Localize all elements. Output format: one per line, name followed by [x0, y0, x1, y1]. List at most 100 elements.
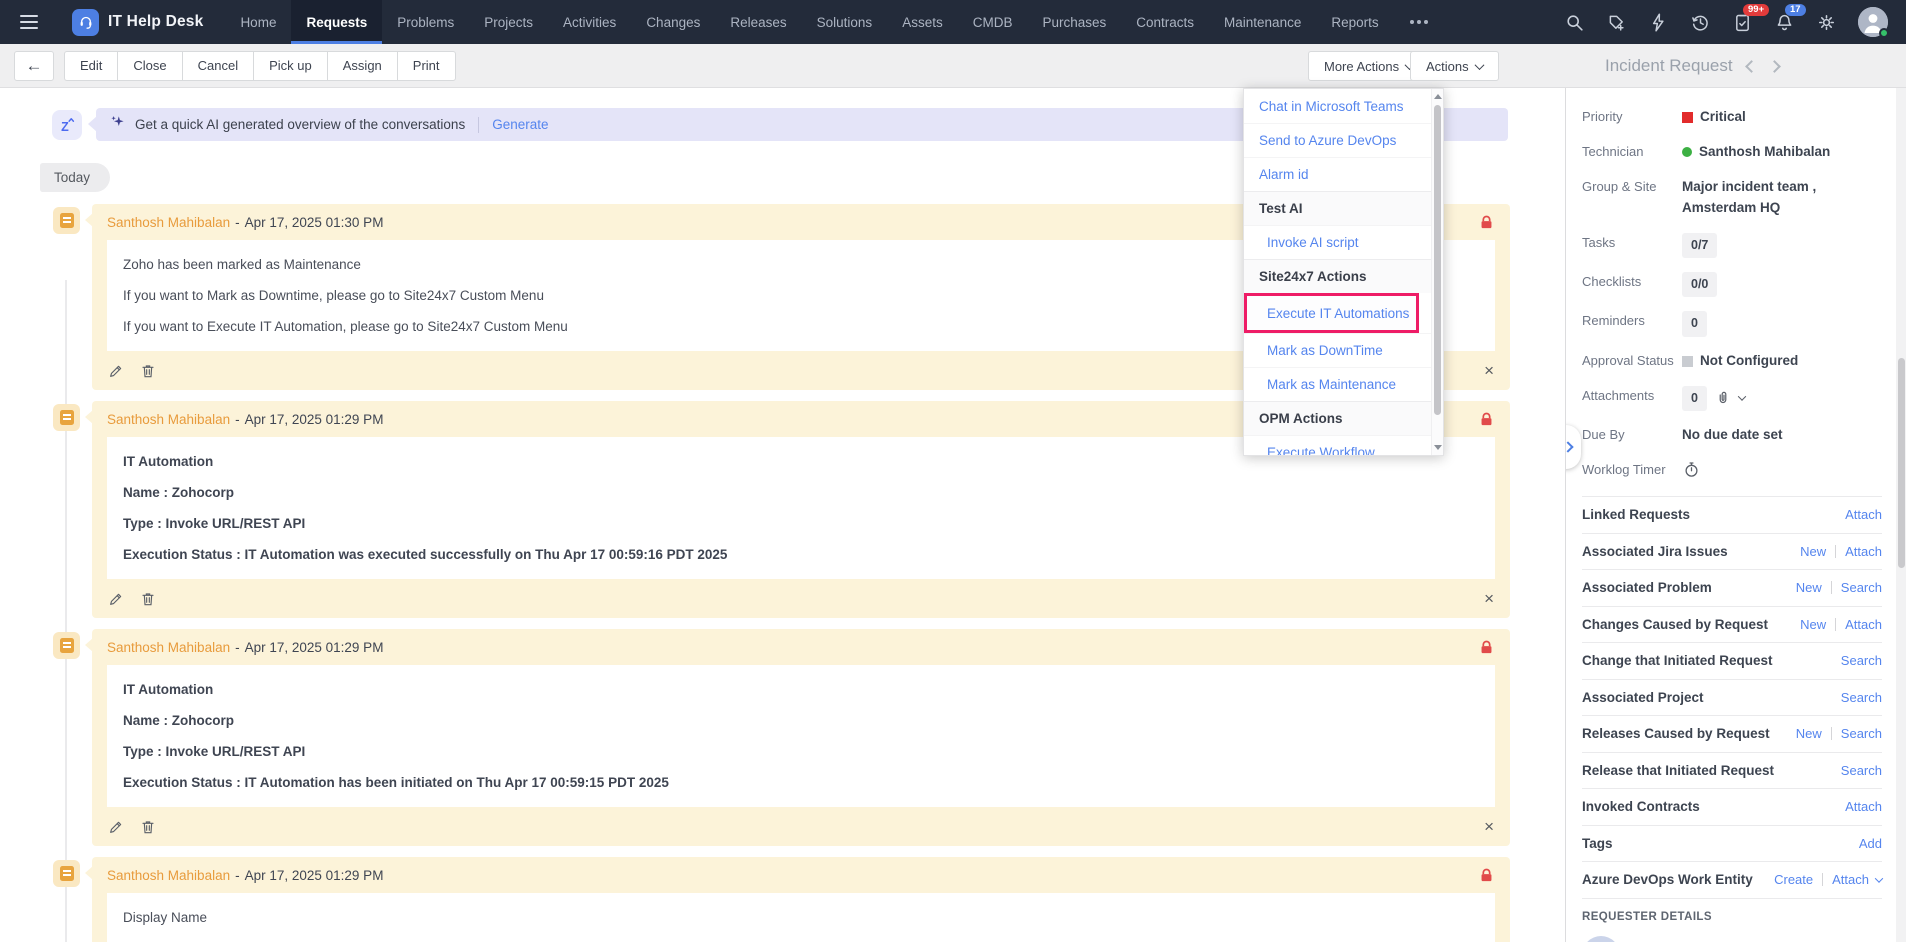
attach-link[interactable]: Attach [1832, 872, 1869, 887]
actions-button[interactable]: Actions [1410, 51, 1499, 81]
entry-author-link[interactable]: Santhosh Mahibalan [107, 215, 230, 230]
nav-item-problems[interactable]: Problems [382, 0, 469, 44]
notifications-bell-icon[interactable]: 17 [1774, 3, 1806, 33]
close-entry-icon[interactable]: × [1484, 362, 1494, 379]
checklists-count-badge[interactable]: 0/0 [1682, 272, 1718, 298]
nav-item-reports[interactable]: Reports [1316, 0, 1393, 44]
menu-group-test-ai: Test AI [1244, 191, 1433, 225]
assign-button[interactable]: Assign [326, 50, 397, 81]
menu-item-execute-workflow[interactable]: Execute Workflow [1244, 435, 1433, 455]
new-link[interactable]: New [1796, 580, 1822, 595]
delete-note-icon[interactable] [140, 819, 156, 835]
create-link[interactable]: Create [1774, 872, 1813, 887]
menu-item-mark-as-maintenance[interactable]: Mark as Maintenance [1244, 367, 1433, 401]
delete-note-icon[interactable] [140, 591, 156, 607]
private-lock-icon[interactable] [1478, 639, 1495, 656]
menu-item-alarm-id[interactable]: Alarm id [1244, 157, 1433, 191]
attach-dropdown-icon[interactable] [1874, 873, 1884, 883]
search-icon[interactable] [1564, 12, 1585, 33]
close-button[interactable]: Close [117, 50, 182, 81]
scroll-down-icon[interactable] [1434, 445, 1442, 450]
settings-gear-icon[interactable] [1816, 12, 1837, 33]
edit-note-icon[interactable] [108, 591, 124, 607]
new-link[interactable]: New [1800, 617, 1826, 632]
attach-link[interactable]: Attach [1845, 507, 1882, 522]
approvals-icon[interactable]: 99+ [1732, 3, 1770, 33]
menu-item-mark-as-downtime[interactable]: Mark as DownTime [1244, 333, 1433, 367]
stopwatch-icon[interactable] [1682, 460, 1701, 479]
quick-add-icon[interactable] [1606, 12, 1627, 33]
back-button[interactable]: ← [14, 50, 54, 81]
sidebar-scrollbar-thumb[interactable] [1897, 358, 1905, 568]
close-entry-icon[interactable]: × [1484, 818, 1494, 835]
attachments-dropdown-icon[interactable] [1737, 392, 1747, 402]
history-icon[interactable] [1690, 12, 1711, 33]
attach-link[interactable]: Attach [1845, 617, 1882, 632]
menu-item-invoke-ai-script[interactable]: Invoke AI script [1244, 225, 1433, 259]
entry-author-link[interactable]: Santhosh Mahibalan [107, 868, 230, 883]
edit-note-icon[interactable] [108, 363, 124, 379]
delete-note-icon[interactable] [140, 363, 156, 379]
attach-link[interactable]: Attach [1845, 799, 1882, 814]
menu-item-execute-it-automations[interactable]: Execute IT Automations [1244, 293, 1419, 333]
nav-item-contracts[interactable]: Contracts [1121, 0, 1209, 44]
nav-left: IT Help Desk [0, 0, 225, 44]
menu-group-site24x7-actions: Site24x7 Actions [1244, 259, 1433, 293]
private-lock-icon[interactable] [1478, 867, 1495, 884]
nav-item-home[interactable]: Home [225, 0, 291, 44]
entry-author-link[interactable]: Santhosh Mahibalan [107, 412, 230, 427]
note-icon [53, 404, 80, 431]
nav-item-releases[interactable]: Releases [715, 0, 801, 44]
private-lock-icon[interactable] [1478, 411, 1495, 428]
nav-item-maintenance[interactable]: Maintenance [1209, 0, 1316, 44]
zia-bolt-icon[interactable] [1648, 12, 1669, 33]
edit-note-icon[interactable] [108, 819, 124, 835]
search-link[interactable]: Search [1841, 726, 1882, 741]
next-request-icon[interactable] [1767, 59, 1781, 73]
menu-item-send-to-azure-devops[interactable]: Send to Azure DevOps [1244, 123, 1433, 157]
search-link[interactable]: Search [1841, 763, 1882, 778]
nav-item-projects[interactable]: Projects [469, 0, 548, 44]
entry-timestamp: Apr 17, 2025 01:29 PM [244, 411, 384, 427]
attachments-count-badge[interactable]: 0 [1682, 385, 1707, 412]
menu-item-chat-in-microsoft-teams[interactable]: Chat in Microsoft Teams [1244, 89, 1433, 123]
previous-request-icon[interactable] [1744, 59, 1758, 73]
nav-item-assets[interactable]: Assets [887, 0, 958, 44]
add-link[interactable]: Add [1859, 836, 1882, 851]
nav-item-purchases[interactable]: Purchases [1027, 0, 1121, 44]
print-button[interactable]: Print [396, 50, 456, 81]
attach-link[interactable]: Attach [1845, 544, 1882, 559]
nav-item-solutions[interactable]: Solutions [802, 0, 888, 44]
hamburger-menu-icon[interactable] [14, 0, 54, 44]
generate-link[interactable]: Generate [492, 117, 548, 132]
profile-avatar[interactable] [1858, 7, 1889, 38]
sidebar-collapse-handle[interactable] [1566, 425, 1581, 469]
nav-item-activities[interactable]: Activities [548, 0, 631, 44]
nav-item-requests[interactable]: Requests [291, 0, 383, 44]
search-link[interactable]: Search [1841, 690, 1882, 705]
scroll-up-icon[interactable] [1434, 94, 1442, 99]
private-lock-icon[interactable] [1478, 214, 1495, 231]
menu-scrollbar-thumb[interactable] [1434, 105, 1441, 415]
cancel-button[interactable]: Cancel [181, 50, 254, 81]
zia-icon[interactable]: Z [52, 109, 82, 140]
linked-sections: Linked Requests Attach Associated Jira I… [1582, 496, 1884, 899]
paperclip-icon[interactable] [1714, 389, 1732, 407]
pickup-button[interactable]: Pick up [253, 50, 327, 81]
sidebar-scrollbar[interactable] [1896, 88, 1906, 942]
edit-button[interactable]: Edit [64, 50, 118, 81]
search-link[interactable]: Search [1841, 580, 1882, 595]
tasks-count-badge[interactable]: 0/7 [1682, 232, 1718, 259]
entry-author-link[interactable]: Santhosh Mahibalan [107, 640, 230, 655]
menu-scrollbar[interactable] [1431, 89, 1443, 455]
nav-more-icon[interactable] [1394, 0, 1444, 44]
reminders-count-badge[interactable]: 0 [1682, 311, 1707, 337]
close-entry-icon[interactable]: × [1484, 590, 1494, 607]
timeline-line [65, 280, 67, 942]
search-link[interactable]: Search [1841, 653, 1882, 668]
nav-item-cmdb[interactable]: CMDB [958, 0, 1028, 44]
new-link[interactable]: New [1796, 726, 1822, 741]
nav-item-changes[interactable]: Changes [631, 0, 715, 44]
chevron-down-icon [1474, 59, 1485, 70]
new-link[interactable]: New [1800, 544, 1826, 559]
